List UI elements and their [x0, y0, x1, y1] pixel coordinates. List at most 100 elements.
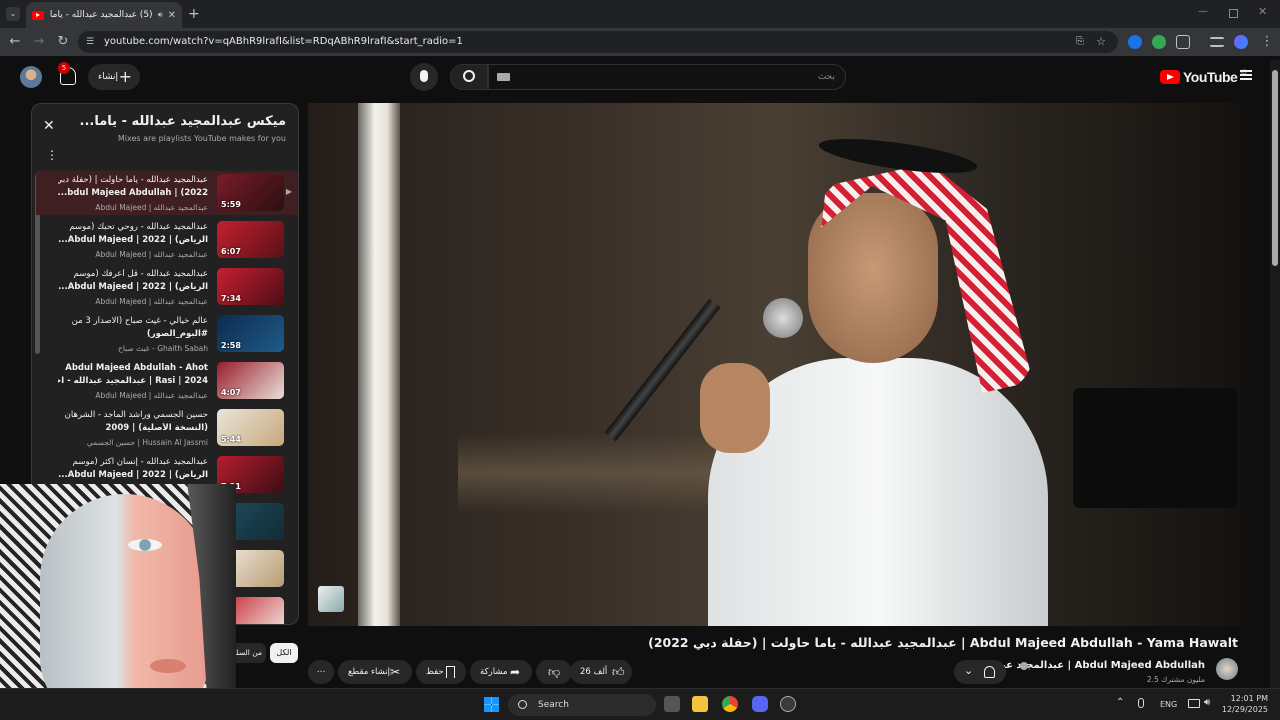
scissors-icon: ✂ — [390, 665, 401, 679]
item-title-line1: عبدالمجيد عبدالله - قل أعرفك (موسم — [73, 269, 208, 279]
microphone-tray-icon[interactable] — [1138, 698, 1144, 708]
tray-chevron-up-icon[interactable]: ⌃ — [1116, 697, 1124, 708]
address-field[interactable]: ☰ youtube.com/watch?v=qABhR9lrafI&list=R… — [78, 31, 1118, 53]
clock-time[interactable]: 12:01 PM — [1224, 694, 1268, 703]
clip-button[interactable]: إنشاء مقطع ✂ — [338, 660, 412, 684]
channel-watermark[interactable] — [318, 586, 344, 612]
minimize-button[interactable]: — — [1198, 6, 1208, 17]
chrome-icon[interactable] — [722, 696, 738, 712]
microphone-icon — [420, 70, 428, 82]
new-tab-button[interactable]: + — [188, 6, 200, 22]
browser-menu-icon[interactable]: ⋮ — [1258, 33, 1276, 51]
video-thumbnail: 6:07 — [217, 221, 284, 258]
youtube-play-logo-icon — [1160, 70, 1180, 84]
speaker-icon[interactable]: 🔊︎ — [158, 10, 163, 20]
subscribed-bell-button[interactable]: ⌄ — [954, 660, 1006, 684]
item-title-line1: Abdul Majeed Abdullah - Ahot — [65, 363, 208, 373]
item-title-line1: عبدالمجيد عبدالله - إنسان آكثر (موسم — [72, 457, 208, 467]
playlist-item[interactable]: ▶ 5:59 عبدالمجيد عبدالله - ياما حاولت | … — [36, 171, 298, 215]
keyboard-icon[interactable] — [497, 73, 510, 81]
tab-list-button[interactable]: ⌄ — [6, 7, 20, 21]
video-thumbnail: 5:59 — [217, 174, 284, 211]
item-channel: Ghaith Sabah - غيث صباح — [118, 344, 208, 353]
subscriber-count: 2.5 مليون مشترك — [1146, 675, 1205, 684]
video-player[interactable] — [308, 103, 1240, 626]
windows-start-icon[interactable] — [484, 697, 499, 712]
browser-tab-bar: ⌄ (5) عبدالمجيد عبدالله - ياما حا 🔊︎ ✕ +… — [0, 0, 1280, 28]
profile-avatar-icon[interactable] — [1234, 35, 1248, 49]
windows-taskbar: Search ⌃ ENG 🔊︎ 12:01 PM 12/29/2025 — [0, 688, 1280, 720]
item-title-line1: عالم خيالي - غيث صباح (الاصدار 3 من — [71, 316, 208, 326]
playlist-item[interactable]: 4:07 Abdul Majeed Abdullah - Ahot Rasi |… — [36, 359, 298, 403]
item-channel: عبدالمجيد عبدالله | Abdul Majeed — [95, 391, 208, 400]
tab-title: (5) عبدالمجيد عبدالله - ياما حا — [49, 10, 153, 20]
duration-badge: 6:07 — [221, 247, 241, 256]
discord-icon[interactable] — [752, 696, 768, 712]
save-label: حفظ — [426, 667, 444, 677]
back-button[interactable]: ← — [6, 33, 24, 51]
more-actions-button[interactable]: ⋯ — [308, 660, 334, 684]
youtube-logo[interactable]: YouTube JO — [1160, 69, 1247, 85]
music-stand — [1073, 388, 1238, 508]
share-arrow-icon: ➦ — [510, 665, 521, 679]
portrait-lips — [150, 659, 186, 673]
playlist-subtitle: Mixes are playlists YouTube makes for yo… — [117, 134, 286, 143]
playlist-menu-icon[interactable]: ⋮ — [46, 148, 58, 162]
network-icon[interactable] — [1188, 699, 1200, 708]
search-input[interactable]: بحث — [488, 64, 846, 90]
playlist-item[interactable]: 6:07 عبدالمجيد عبدالله - روحي تحبك (موسم… — [36, 218, 298, 262]
site-info-icon[interactable]: ☰ — [86, 31, 94, 53]
reading-list-icon[interactable] — [1210, 37, 1224, 47]
search-icon — [463, 70, 475, 82]
reload-button[interactable]: ↻ — [54, 33, 72, 51]
file-explorer-icon[interactable] — [692, 696, 708, 712]
language-indicator[interactable]: ENG — [1160, 700, 1177, 709]
forward-button[interactable]: → — [30, 33, 48, 51]
chip-all[interactable]: الكل — [270, 643, 298, 663]
account-avatar[interactable] — [20, 66, 42, 88]
taskbar-search[interactable]: Search — [508, 694, 656, 716]
like-button[interactable]: 26 ألف 👍︎ — [570, 660, 632, 684]
chip-series[interactable]: من السلسلة — [232, 643, 266, 663]
item-channel: عبدالمجيد عبدالله | Abdul Majeed — [95, 203, 208, 212]
guide-menu-icon[interactable] — [1240, 70, 1252, 80]
extension-green-icon[interactable] — [1152, 35, 1166, 49]
browser-tab[interactable]: (5) عبدالمجيد عبدالله - ياما حا 🔊︎ ✕ — [26, 2, 182, 28]
channel-name[interactable]: عبدالمجيد عبدالله | Abdul Majeed Abdulla… — [979, 660, 1205, 671]
microphone-head — [763, 298, 803, 338]
duration-badge: 5:59 — [221, 200, 241, 209]
portrait-face — [40, 494, 210, 720]
playlist-item[interactable]: 2:58 عالم خيالي - غيث صباح (الاصدار 3 من… — [36, 312, 298, 356]
chip-series-label: من السلسلة — [232, 648, 262, 657]
clock-date[interactable]: 12/29/2025 — [1220, 705, 1268, 714]
chip-all-label: الكل — [276, 648, 292, 657]
search-button[interactable] — [450, 64, 488, 90]
overlay-portrait-image[interactable] — [0, 484, 236, 720]
extension-blue-icon[interactable] — [1128, 35, 1142, 49]
item-title-line2: الرياض) | 2022 | Abdul Majeed... — [58, 282, 208, 292]
voice-search-button[interactable] — [410, 63, 438, 91]
playlist-item[interactable]: 5:44 حسين الجسمي وراشد الماجد - الشرهان … — [36, 406, 298, 450]
page-scrollbar-thumb[interactable] — [1272, 70, 1278, 266]
page-scrollbar[interactable] — [1270, 60, 1280, 688]
bookmark-icon — [446, 666, 455, 678]
share-button[interactable]: مشاركة ➦ — [470, 660, 532, 684]
playlist-item[interactable]: 7:34 عبدالمجيد عبدالله - قل أعرفك (موسم … — [36, 265, 298, 309]
save-button[interactable]: حفظ — [416, 660, 466, 684]
clip-label: إنشاء مقطع — [348, 667, 390, 677]
bookmark-star-icon[interactable]: ☆ — [1096, 31, 1106, 53]
dislike-button[interactable]: 👎︎ — [536, 660, 572, 684]
close-playlist-icon[interactable]: ✕ — [43, 118, 55, 134]
install-app-icon[interactable]: ⎘ — [1076, 31, 1084, 53]
create-button[interactable]: إنشاء + — [88, 64, 140, 90]
task-view-icon[interactable] — [664, 696, 680, 712]
extensions-puzzle-icon[interactable] — [1176, 35, 1190, 49]
close-window-button[interactable]: ✕ — [1258, 5, 1267, 18]
duration-badge: 2:58 — [221, 341, 241, 350]
app-icon[interactable] — [780, 696, 796, 712]
maximize-button[interactable] — [1229, 9, 1238, 18]
volume-icon[interactable]: 🔊︎ — [1204, 697, 1210, 708]
share-label: مشاركة — [480, 667, 508, 677]
channel-avatar[interactable] — [1216, 658, 1238, 680]
tab-close-icon[interactable]: ✕ — [168, 10, 176, 21]
